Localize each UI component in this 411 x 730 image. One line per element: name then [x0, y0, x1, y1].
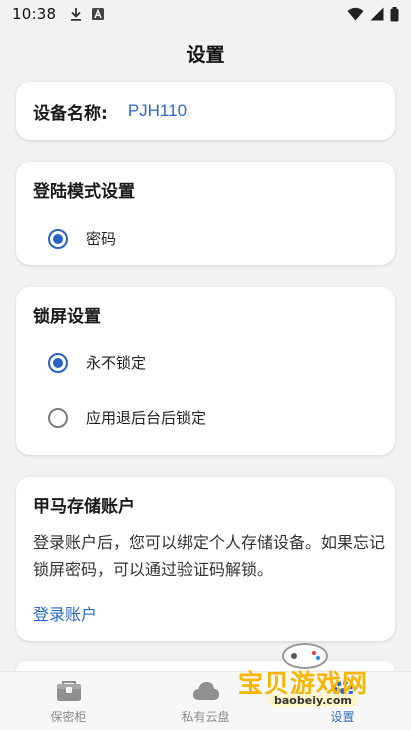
lock-option-label: 永不锁定 — [86, 354, 147, 372]
device-name-value: PJH110 — [127, 101, 188, 120]
lock-option-never[interactable]: 永不锁定 — [48, 352, 146, 373]
safe-box-icon — [56, 681, 81, 701]
status-time: 10:38 — [12, 5, 57, 23]
login-mode-title: 登陆模式设置 — [33, 182, 135, 202]
lock-option-background[interactable]: 应用退后台后锁定 — [48, 407, 206, 428]
account-description: 登录账户后，您可以绑定个人存储设备。如果忘记锁屏密码，可以通过验证码解锁。 — [33, 533, 386, 579]
radio-checked-icon[interactable] — [48, 352, 68, 373]
nav-item-safe[interactable]: 保密柜 — [0, 672, 137, 730]
download-icon — [71, 8, 82, 21]
account-title: 甲马存储账户 — [33, 497, 135, 517]
lock-option-label: 应用退后台后锁定 — [86, 409, 207, 427]
watermark-logo: 宝贝游戏网 baobeiy.com — [232, 640, 382, 720]
login-option-label: 密码 — [86, 230, 117, 248]
status-bar: 10:38 — [0, 0, 411, 28]
watermark-url: baobeiy.com — [268, 694, 358, 707]
login-account-link[interactable]: 登录账户 — [33, 601, 97, 625]
device-name-label: 设备名称: — [33, 103, 108, 124]
signal-icon — [370, 7, 384, 21]
lock-screen-title: 锁屏设置 — [33, 307, 101, 327]
device-name-card: 设备名称: PJH110 — [16, 82, 395, 140]
login-option-password[interactable]: 密码 — [48, 228, 116, 249]
login-mode-card: 登陆模式设置 密码 — [16, 162, 395, 265]
nav-label: 保密柜 — [50, 710, 87, 724]
wifi-icon — [347, 7, 364, 21]
a-badge-icon — [92, 8, 105, 20]
account-card: 甲马存储账户 登录账户后，您可以绑定个人存储设备。如果忘记锁屏密码，可以通过验证… — [16, 477, 395, 641]
radio-checked-icon[interactable] — [48, 228, 68, 249]
page-title: 设置 — [186, 44, 225, 66]
cloud-icon — [192, 682, 219, 700]
battery-icon — [390, 6, 399, 21]
lock-screen-card: 锁屏设置 永不锁定 应用退后台后锁定 — [16, 287, 395, 455]
nav-label: 私有云盘 — [181, 710, 230, 724]
radio-unchecked-icon[interactable] — [48, 407, 68, 428]
